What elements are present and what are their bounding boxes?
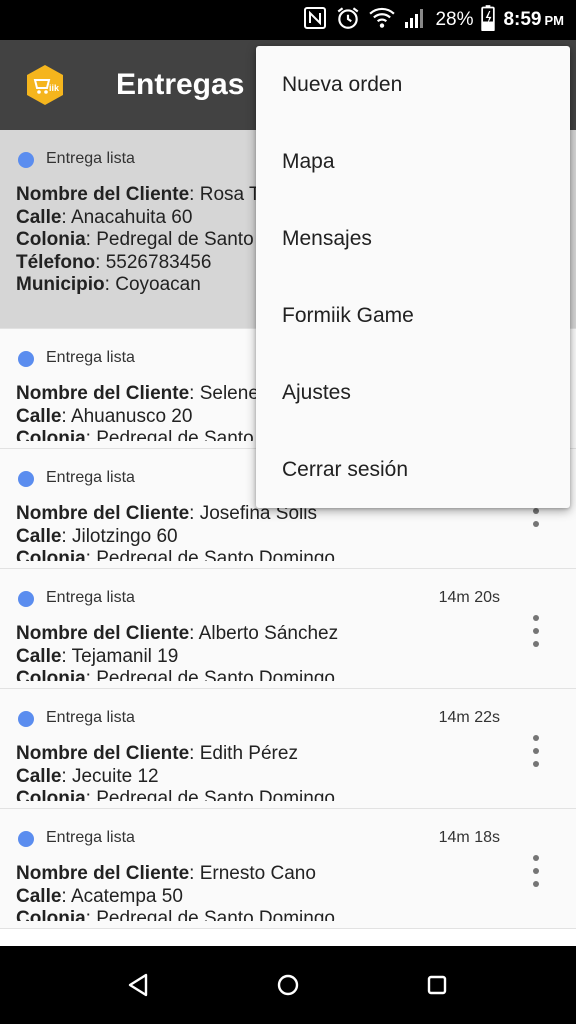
field-neighborhood: Colonia: Pedregal de Santo Domingo [16, 668, 564, 681]
field-client-name: Nombre del Cliente: Edith Pérez [16, 743, 298, 764]
field-label: Nombre del Cliente [16, 623, 190, 644]
delivery-status: Entrega lista [46, 349, 135, 366]
field-street: Calle: Jecuite 12 [16, 765, 159, 787]
field-neighborhood: Colonia: Pedregal de Santo Domingo [16, 548, 564, 561]
overflow-menu: Nueva orden Mapa Mensajes Formiik Game A… [256, 46, 570, 508]
field-street: Calle: Tejamanil 19 [16, 645, 179, 667]
field-value: Coyoacan [115, 274, 201, 295]
menu-item-logout[interactable]: Cerrar sesión [256, 431, 570, 508]
status-bar: 28% 8:59 PM [0, 0, 576, 40]
field-label: Colonia [16, 229, 86, 250]
home-icon[interactable] [273, 970, 303, 1000]
field-label: Municipio [16, 274, 105, 295]
screen: 28% 8:59 PM iik Entregas Entrega lista No… [0, 0, 576, 1024]
delivery-status: Entrega lista [46, 469, 135, 486]
field-value: Pedregal de Santo Domingo [96, 908, 335, 921]
elapsed-time: 14m 20s [438, 589, 500, 606]
menu-item-map[interactable]: Mapa [256, 123, 570, 200]
field-label: Colonia [16, 548, 86, 561]
field-value: Pedregal de Santo Domingo [96, 668, 335, 681]
clock: 8:59 PM [503, 9, 564, 31]
field-label: Calle [16, 405, 62, 427]
menu-item-formiik-game[interactable]: Formiik Game [256, 277, 570, 354]
page-title: Entregas [116, 68, 245, 101]
status-dot [18, 351, 34, 367]
delivery-status: Entrega lista [46, 709, 135, 726]
menu-item-new-order[interactable]: Nueva orden [256, 46, 570, 123]
field-label: Colonia [16, 428, 86, 441]
status-icons: 28% 8:59 PM [303, 0, 564, 40]
field-label: Colonia [16, 788, 86, 801]
status-dot [18, 711, 34, 727]
delivery-fields: Nombre del Cliente: Alberto Sánchez Call… [16, 623, 564, 681]
field-street: Calle: Acatempa 50 [16, 885, 183, 907]
field-label: Colonia [16, 908, 86, 921]
elapsed-time: 14m 22s [438, 709, 500, 726]
menu-item-messages[interactable]: Mensajes [256, 200, 570, 277]
field-label: Calle [16, 206, 62, 228]
back-icon[interactable] [124, 970, 154, 1000]
clock-time: 8:59 [503, 9, 542, 30]
clock-ampm: PM [544, 13, 565, 28]
field-label: Calle [16, 885, 62, 907]
field-value: Edith Pérez [199, 743, 298, 764]
recents-icon[interactable] [422, 970, 452, 1000]
battery-charging-icon [481, 4, 496, 36]
field-client-name: Nombre del Cliente: Ernesto Cano [16, 863, 316, 884]
battery-percent: 28% [435, 9, 474, 30]
app-logo-text: iik [49, 83, 60, 93]
field-neighborhood: Colonia: Pedregal de Santo Domingo [16, 908, 564, 921]
field-value: Anacahuita 60 [70, 206, 193, 228]
field-value: Pedregal de Santo D [96, 428, 273, 441]
delivery-status: Entrega lista [46, 150, 135, 167]
field-label: Nombre del Cliente [16, 503, 190, 524]
field-value: Acatempa 50 [70, 885, 183, 907]
field-value: Jecuite 12 [71, 765, 159, 787]
field-label: Calle [16, 525, 62, 547]
field-label: Nombre del Cliente [16, 184, 190, 205]
signal-icon [403, 6, 427, 35]
field-label: Colonia [16, 668, 86, 681]
field-label: Nombre del Cliente [16, 383, 190, 404]
delivery-status: Entrega lista [46, 589, 135, 606]
delivery-card[interactable]: Entrega lista 14m 22s Nombre del Cliente… [0, 689, 576, 809]
delivery-card[interactable]: Entrega lista 14m 20s Nombre del Cliente… [0, 569, 576, 689]
app-logo-icon[interactable]: iik [24, 64, 66, 106]
field-value: Ahuanusco 20 [70, 405, 193, 427]
delivery-fields: Nombre del Cliente: Ernesto Cano Calle: … [16, 863, 564, 921]
field-value: Jilotzingo 60 [71, 525, 178, 547]
elapsed-time: 14m 18s [438, 829, 500, 846]
alarm-icon [335, 5, 361, 36]
field-value: Tejamanil 19 [71, 645, 179, 667]
field-label: Nombre del Cliente [16, 863, 190, 884]
field-label: Calle [16, 765, 62, 787]
menu-item-settings[interactable]: Ajustes [256, 354, 570, 431]
field-value: 5526783456 [105, 251, 212, 273]
field-street: Calle: Jilotzingo 60 [16, 525, 178, 547]
delivery-fields: Nombre del Cliente: Josefina Sólis Calle… [16, 503, 564, 561]
field-value: Alberto Sánchez [198, 623, 339, 644]
wifi-icon [369, 6, 396, 35]
status-dot [18, 591, 34, 607]
delivery-status: Entrega lista [46, 829, 135, 846]
field-label: Télefono [16, 251, 96, 273]
field-label: Calle [16, 645, 62, 667]
field-label: Nombre del Cliente [16, 743, 190, 764]
status-dot [18, 471, 34, 487]
navigation-bar [0, 946, 576, 1024]
delivery-card[interactable]: Entrega lista 14m 18s Nombre del Cliente… [0, 809, 576, 929]
field-neighborhood: Colonia: Pedregal de Santo Domingo [16, 788, 564, 801]
delivery-fields: Nombre del Cliente: Edith Pérez Calle: J… [16, 743, 564, 801]
status-dot [18, 152, 34, 168]
field-client-name: Nombre del Cliente: Alberto Sánchez [16, 623, 339, 644]
nfc-icon [303, 6, 327, 35]
field-value: Pedregal de Santo Domingo [96, 548, 335, 561]
field-value: Pedregal de Santo Domingo [96, 788, 335, 801]
status-dot [18, 831, 34, 847]
field-value: Ernesto Cano [199, 863, 316, 884]
field-value: Pedregal de Santo D [96, 229, 273, 250]
